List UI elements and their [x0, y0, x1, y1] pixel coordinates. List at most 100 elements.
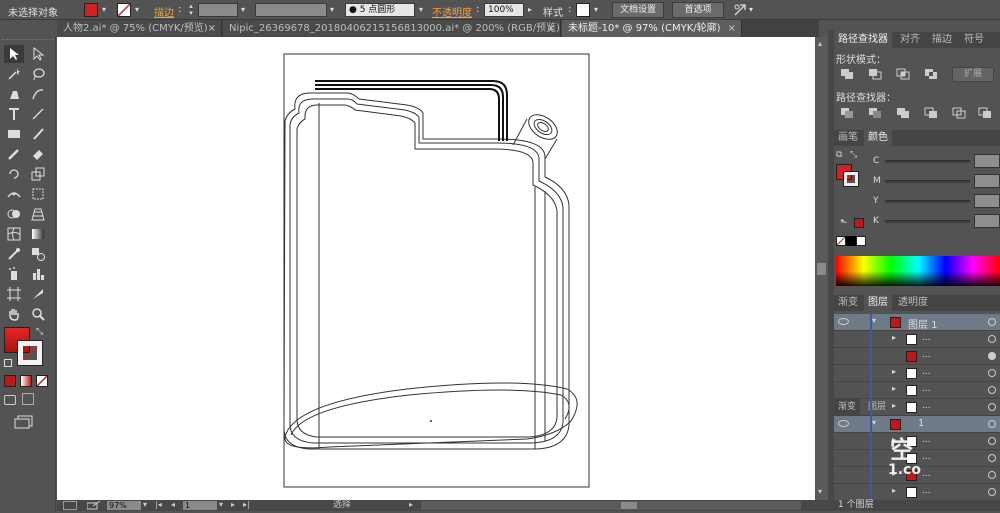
black-slider[interactable]: K: [873, 214, 1000, 228]
outline-icon[interactable]: [952, 107, 966, 119]
artboard-nav-icon[interactable]: [63, 501, 77, 510]
visibility-eye-icon[interactable]: [838, 318, 849, 325]
cyan-value[interactable]: [974, 154, 1000, 168]
free-transform-icon[interactable]: [28, 185, 48, 203]
type-tool-icon[interactable]: [4, 105, 24, 123]
exclude-icon[interactable]: [924, 68, 938, 80]
line-tool-icon[interactable]: [28, 105, 48, 123]
eyedropper-icon[interactable]: [4, 245, 24, 263]
tab-color[interactable]: 颜色: [864, 130, 892, 146]
tab-align[interactable]: 对齐: [896, 32, 924, 48]
blend-tool-icon[interactable]: [28, 245, 48, 263]
color-spectrum[interactable]: [836, 256, 1000, 286]
layer-row-1[interactable]: ▾ 图层 1: [834, 314, 1000, 331]
color-swap-icon[interactable]: ⤡: [850, 150, 857, 160]
fill-dropdown[interactable]: ▾: [99, 3, 109, 17]
artboard-drawing[interactable]: [57, 37, 815, 500]
hand-tool-icon[interactable]: [4, 305, 24, 323]
gradient-mode-icon[interactable]: [20, 375, 32, 387]
target-icon[interactable]: [988, 454, 996, 462]
page-field[interactable]: 1: [183, 501, 217, 510]
swap-colors-icon[interactable]: ⤡: [36, 327, 43, 337]
preferences-button[interactable]: 首选项: [672, 2, 724, 18]
color-white-icon[interactable]: [856, 236, 866, 246]
export-icon[interactable]: [86, 500, 101, 510]
width-tool-icon[interactable]: [4, 185, 24, 203]
opacity-field[interactable]: 100%: [484, 3, 524, 17]
opacity-label[interactable]: 不透明度: [432, 4, 472, 19]
target-icon[interactable]: [988, 403, 996, 411]
yellow-value[interactable]: [974, 194, 1000, 208]
horizontal-scrollbar[interactable]: [421, 501, 801, 510]
curvature-tool-icon[interactable]: [28, 85, 48, 103]
zoom-field[interactable]: 97%: [107, 501, 141, 510]
target-icon[interactable]: [988, 420, 996, 428]
column-graph-icon[interactable]: [28, 265, 48, 283]
document-setup-button[interactable]: 文档设置: [612, 2, 664, 18]
symbol-sprayer-icon[interactable]: [4, 265, 24, 283]
color-default-icon[interactable]: ⧉: [836, 150, 842, 160]
perspective-grid-icon[interactable]: [28, 205, 48, 223]
screen-mode-icon[interactable]: [14, 415, 36, 429]
tab-document-3[interactable]: 未标题-10* @ 97% (CMYK/轮廓) ×: [562, 20, 742, 37]
layer-row-1-duplicate[interactable]: ▾ 1: [834, 416, 1000, 433]
next-page-icon[interactable]: ▸: [231, 500, 235, 509]
close-icon[interactable]: ×: [547, 20, 555, 37]
variable-width-profile[interactable]: [255, 3, 327, 17]
last-page-icon[interactable]: ▸|: [243, 500, 250, 509]
target-icon[interactable]: [988, 488, 996, 496]
expand-arrow-icon[interactable]: ▸: [892, 333, 896, 342]
scale-tool-icon[interactable]: [28, 165, 48, 183]
unite-icon[interactable]: [840, 68, 854, 80]
tab-document-2[interactable]: Nipic_26369678_20180406215156813000.ai* …: [223, 20, 561, 37]
close-icon[interactable]: ×: [208, 20, 216, 37]
brush-definition[interactable]: ● 5 点圆形: [345, 3, 415, 17]
magic-wand-icon[interactable]: [4, 65, 24, 83]
scroll-thumb[interactable]: [817, 263, 826, 275]
zoom-tool-icon[interactable]: [28, 305, 48, 323]
target-icon[interactable]: [988, 471, 996, 479]
visibility-eye-icon[interactable]: [838, 420, 849, 427]
trim-icon[interactable]: [868, 107, 882, 119]
stroke-weight-stepper[interactable]: ▴ ▾: [186, 3, 196, 17]
prev-page-icon[interactable]: ◂: [171, 500, 175, 509]
target-icon[interactable]: [988, 335, 996, 343]
sublayer-row[interactable]: 渐变 图层 ▸ ...: [834, 399, 1000, 416]
stroke-dropdown[interactable]: ▾: [132, 3, 142, 17]
slice-tool-icon[interactable]: [28, 285, 48, 303]
eraser-tool-icon[interactable]: [28, 145, 48, 163]
color-stroke-swatch[interactable]: [843, 171, 859, 187]
paintbrush-tool-icon[interactable]: [28, 125, 48, 143]
tab-symbols[interactable]: 符号: [960, 32, 988, 48]
magenta-slider[interactable]: M: [873, 174, 1000, 188]
expand-arrow-icon[interactable]: ▾: [872, 316, 876, 325]
target-icon[interactable]: [988, 386, 996, 394]
style-swatch[interactable]: [576, 3, 590, 17]
gamut-swatch[interactable]: [854, 218, 864, 228]
pen-tool-icon[interactable]: [4, 85, 24, 103]
arrange-icon[interactable]: [733, 3, 747, 20]
target-icon[interactable]: [988, 352, 996, 360]
rectangle-tool-icon[interactable]: [4, 125, 24, 143]
color-black-icon[interactable]: [846, 236, 856, 246]
stroke-label[interactable]: 描边: [154, 4, 174, 19]
hscroll-thumb[interactable]: [621, 502, 637, 509]
direct-selection-tool-icon[interactable]: [28, 45, 48, 63]
target-icon[interactable]: [988, 318, 996, 326]
tab-gradient-2[interactable]: 渐变: [834, 399, 861, 415]
tab-pathfinder[interactable]: 路径查找器: [834, 32, 892, 48]
tab-gradient[interactable]: 渐变: [834, 295, 862, 311]
tab-document-1[interactable]: 人物2.ai* @ 75% (CMYK/预览) ×: [57, 20, 222, 37]
draw-behind-icon[interactable]: [22, 393, 34, 405]
stroke-swatch[interactable]: [117, 3, 131, 17]
divide-icon[interactable]: [840, 107, 854, 119]
tab-stroke[interactable]: 描边: [928, 32, 956, 48]
sublayer-row[interactable]: ▸ ...: [834, 331, 1000, 348]
none-mode-icon[interactable]: [36, 375, 48, 387]
vertical-scrollbar[interactable]: ▴ ▾: [815, 37, 828, 500]
default-colors-icon[interactable]: [4, 359, 12, 367]
sublayer-row[interactable]: ▸ ...: [834, 365, 1000, 382]
sublayer-row[interactable]: ▸ ...: [834, 433, 1000, 450]
draw-normal-icon[interactable]: [4, 395, 16, 405]
shape-builder-icon[interactable]: [4, 205, 24, 223]
